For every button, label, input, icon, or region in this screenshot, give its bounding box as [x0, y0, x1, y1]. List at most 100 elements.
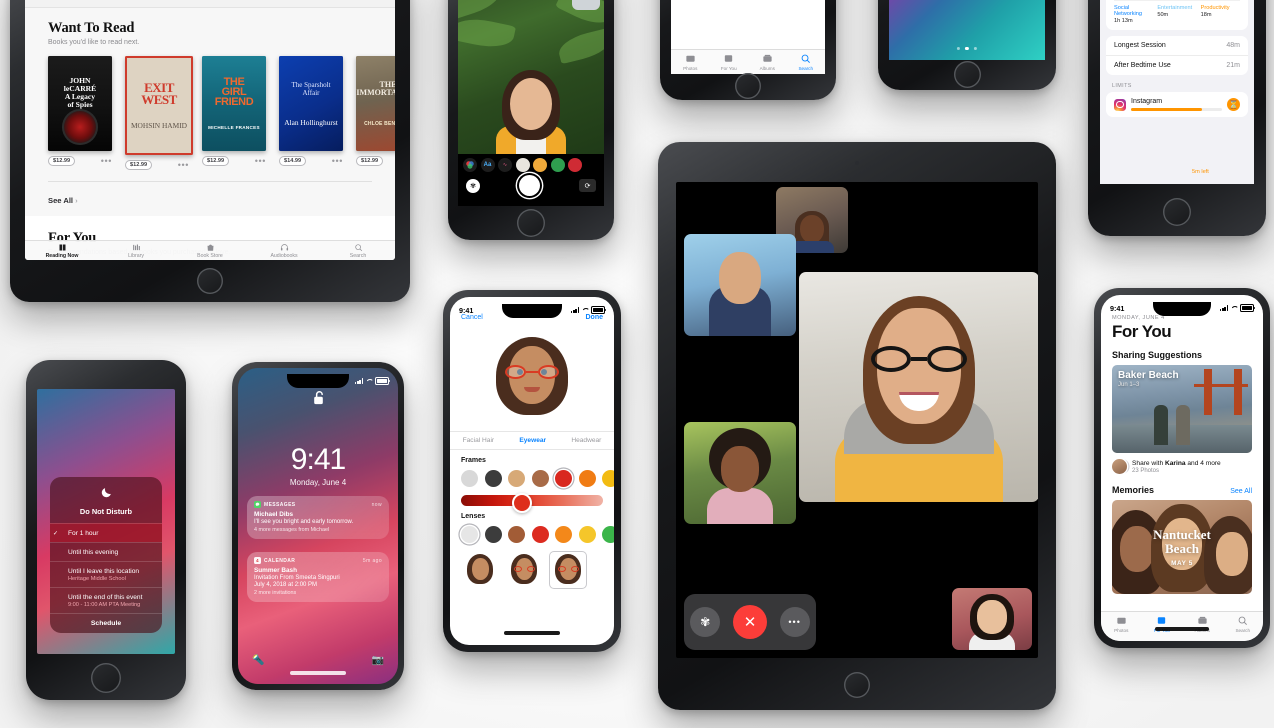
- tab-search[interactable]: Search: [1223, 615, 1264, 633]
- lens-swatch[interactable]: [484, 526, 502, 543]
- page-dot-active[interactable]: [965, 46, 969, 50]
- book-more-icon[interactable]: •••: [255, 157, 266, 166]
- tab-facial-hair[interactable]: Facial Hair: [463, 437, 495, 444]
- book-card[interactable]: The Sparsholt Affair Alan Hollinghurst $…: [279, 56, 343, 170]
- category-social-networking[interactable]: Social Networking 1h 13m: [1114, 5, 1153, 24]
- camera-viewfinder[interactable]: ♥♥: [458, 0, 604, 154]
- book-price[interactable]: $12.99: [356, 156, 384, 166]
- sharing-suggestion-card[interactable]: Baker Beach Jun 1–3: [1112, 365, 1252, 453]
- memoji-style-option[interactable]: [506, 552, 542, 588]
- end-call-button[interactable]: ✕: [732, 605, 767, 639]
- frame-swatch[interactable]: [602, 470, 614, 487]
- tab-search[interactable]: Search: [787, 53, 826, 71]
- tab-photos[interactable]: Photos: [671, 53, 710, 71]
- home-button[interactable]: [517, 209, 545, 237]
- tab-for-you[interactable]: For You: [710, 53, 749, 71]
- effects-icon[interactable]: ✾: [466, 178, 480, 193]
- lens-swatch-selected[interactable]: [461, 526, 478, 543]
- book-more-icon[interactable]: •••: [178, 161, 189, 170]
- memoji-preview[interactable]: [450, 321, 614, 431]
- book-cover[interactable]: THE IMMORTALISTS CHLOE BENJAMIN: [356, 56, 395, 151]
- memoji-style-option[interactable]: [462, 552, 498, 588]
- home-button[interactable]: [91, 663, 121, 693]
- frame-shade-slider[interactable]: [461, 492, 603, 513]
- dnd-option-until-leave-location[interactable]: Until I leave this location Heritage Mid…: [50, 561, 162, 587]
- memories-see-all[interactable]: See All: [1230, 488, 1252, 495]
- tab-albums[interactable]: Albums: [748, 53, 787, 71]
- tab-audiobooks[interactable]: Audiobooks: [247, 243, 321, 259]
- frame-swatch[interactable]: [461, 470, 478, 487]
- row-longest-session[interactable]: Longest Session 48m: [1106, 36, 1248, 55]
- dnd-option-for-1-hour[interactable]: ✓ For 1 hour: [50, 523, 162, 542]
- home-button[interactable]: [844, 672, 870, 698]
- row-after-bedtime-use[interactable]: After Bedtime Use 21m: [1106, 55, 1248, 75]
- frame-swatch[interactable]: [484, 470, 502, 487]
- participant-main-speaker[interactable]: [799, 272, 1038, 502]
- camera-icon[interactable]: 📷: [372, 655, 384, 666]
- tab-library[interactable]: Library: [99, 243, 173, 259]
- participant-left-upper[interactable]: [684, 234, 796, 336]
- participant-left-lower[interactable]: [684, 422, 796, 524]
- category-entertainment[interactable]: Entertainment 50m: [1157, 5, 1196, 24]
- flashlight-icon[interactable]: 🔦: [252, 655, 264, 666]
- sticker-panda-icon[interactable]: [550, 158, 565, 172]
- see-all-link[interactable]: See All ›: [48, 196, 349, 205]
- notification-calendar[interactable]: 4 CALENDAR 5m ago Summer Bash Invitation…: [247, 552, 389, 602]
- tab-eyewear[interactable]: Eyewear: [519, 437, 546, 444]
- home-indicator[interactable]: [290, 671, 346, 675]
- dnd-schedule-button[interactable]: Schedule: [50, 613, 162, 633]
- sticker-lips-icon[interactable]: [568, 158, 582, 172]
- home-button[interactable]: [953, 61, 981, 88]
- frame-swatch[interactable]: [531, 470, 549, 487]
- dnd-option-until-event-end[interactable]: Until the end of this event 9:00 - 11:00…: [50, 587, 162, 613]
- book-cover[interactable]: The Sparsholt Affair Alan Hollinghurst: [279, 56, 343, 151]
- shutter-button[interactable]: [519, 175, 540, 196]
- book-more-icon[interactable]: •••: [332, 157, 343, 166]
- tab-book-store[interactable]: Book Store: [173, 243, 247, 259]
- dnd-option-until-evening[interactable]: Until this evening: [50, 542, 162, 561]
- limit-row-instagram[interactable]: Instagram 5m left ⏳: [1106, 92, 1248, 175]
- category-productivity[interactable]: Productivity 18m: [1201, 5, 1240, 24]
- page-dot[interactable]: [956, 46, 961, 50]
- memoji-style-option-selected[interactable]: [550, 552, 586, 588]
- book-card[interactable]: EXIT WEST MOHSIN HAMID $12.99 •••: [125, 56, 193, 170]
- book-more-icon[interactable]: •••: [101, 157, 112, 166]
- slider-knob[interactable]: [512, 492, 533, 513]
- tab-headwear[interactable]: Headwear: [571, 437, 601, 444]
- tab-search[interactable]: Search: [321, 243, 395, 259]
- shapes-icon[interactable]: ∿: [498, 158, 512, 172]
- tab-photos[interactable]: Photos: [1101, 615, 1142, 633]
- memory-card[interactable]: Nantucket Beach MAY 5: [1112, 500, 1252, 594]
- more-button[interactable]: •••: [779, 607, 810, 637]
- frame-swatch[interactable]: [508, 470, 525, 487]
- book-cover[interactable]: JOHN leCARRÉ A Legacy of Spies: [48, 56, 112, 151]
- book-cover[interactable]: EXIT WEST MOHSIN HAMID: [125, 56, 193, 155]
- book-price[interactable]: $14.99: [279, 156, 307, 166]
- page-dot[interactable]: [973, 46, 978, 50]
- book-price[interactable]: $12.99: [125, 160, 153, 170]
- frame-swatch[interactable]: [578, 470, 596, 487]
- home-button[interactable]: [735, 73, 761, 99]
- effects-button[interactable]: ✾: [690, 607, 721, 637]
- home-indicator[interactable]: [1155, 627, 1209, 631]
- lens-swatch[interactable]: [555, 526, 572, 543]
- text-aa-icon[interactable]: Aa: [480, 158, 495, 172]
- sticker-llama-icon[interactable]: [515, 158, 530, 172]
- book-cover[interactable]: THE GIRL FRIEND MICHELLE FRANCES: [202, 56, 266, 151]
- screentime-card[interactable]: ⊕ 42m above average 2h 45m 12A 6A 12P 6P…: [1106, 0, 1248, 30]
- home-button[interactable]: [197, 268, 223, 294]
- lens-swatch[interactable]: [578, 526, 596, 543]
- lens-swatch[interactable]: [531, 526, 549, 543]
- lens-swatch[interactable]: [602, 526, 614, 543]
- book-card[interactable]: JOHN leCARRÉ A Legacy of Spies $12.99 ••…: [48, 56, 112, 170]
- book-price[interactable]: $12.99: [202, 156, 230, 166]
- participant-bottom-right[interactable]: [952, 588, 1032, 650]
- lens-swatch[interactable]: [508, 526, 525, 543]
- home-button[interactable]: [1163, 198, 1191, 226]
- page-dots[interactable]: [956, 46, 978, 50]
- camera-flip-icon[interactable]: ⟳: [579, 179, 596, 192]
- book-card[interactable]: THE GIRL FRIEND MICHELLE FRANCES $12.99 …: [202, 56, 266, 170]
- filters-icon[interactable]: [463, 158, 477, 172]
- home-screen-wallpaper[interactable]: [889, 0, 1045, 60]
- book-price[interactable]: $12.99: [48, 156, 76, 166]
